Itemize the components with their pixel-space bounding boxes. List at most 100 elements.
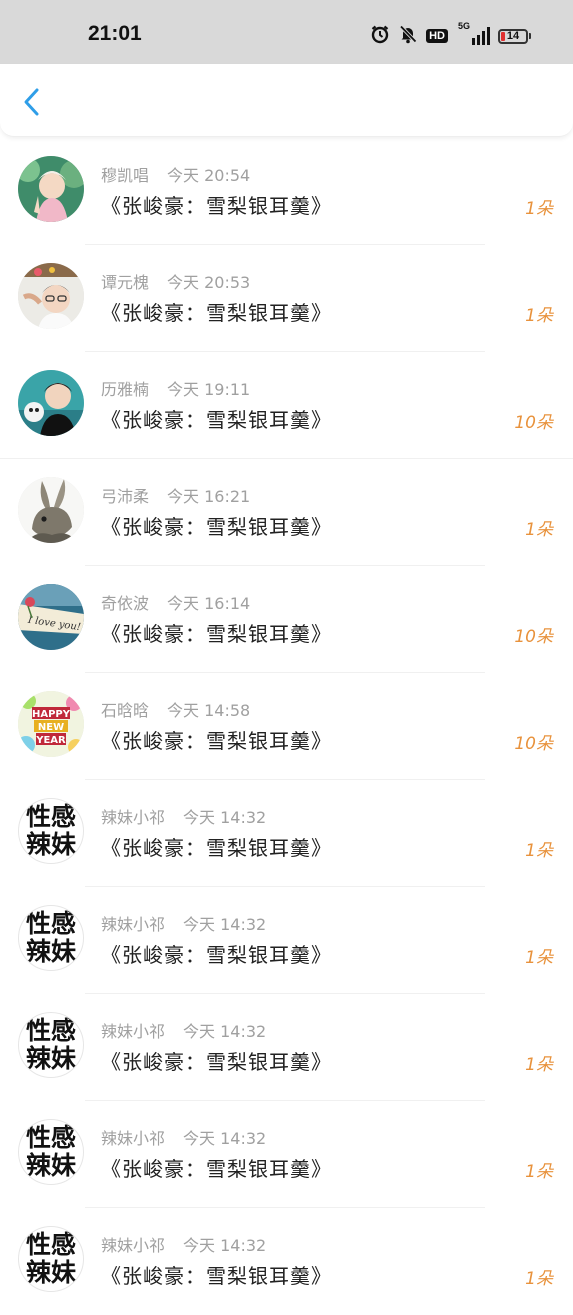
item-meta: 石晗晗 今天 14:58 bbox=[101, 697, 250, 721]
user-name[interactable]: 辣妹小祁 bbox=[101, 1236, 165, 1255]
avatar[interactable]: 性感 辣妹 bbox=[18, 905, 84, 971]
back-button[interactable] bbox=[14, 84, 50, 120]
user-name[interactable]: 奇依波 bbox=[101, 594, 149, 613]
item-time: 今天 14:32 bbox=[183, 915, 267, 934]
list-item[interactable]: HAPPY NEW YEAR 石晗晗 今天 14:58 《张峻豪：雪梨银耳羹》 1… bbox=[0, 673, 573, 780]
signal-5g-icon: 5G bbox=[456, 21, 490, 45]
item-message: 《张峻豪：雪梨银耳羹》 bbox=[101, 194, 332, 218]
user-name[interactable]: 辣妹小祁 bbox=[101, 1129, 165, 1148]
flower-count: 10朵 bbox=[514, 413, 553, 433]
avatar[interactable]: I love you! bbox=[18, 584, 84, 650]
avatar[interactable]: 性感 辣妹 bbox=[18, 1119, 84, 1185]
user-name[interactable]: 辣妹小祁 bbox=[101, 915, 165, 934]
item-message: 《张峻豪：雪梨银耳羹》 bbox=[101, 729, 332, 753]
item-meta: 历雅楠 今天 19:11 bbox=[101, 376, 250, 400]
list-item[interactable]: 性感 辣妹 辣妹小祁 今天 14:32 《张峻豪：雪梨银耳羹》 1朵 bbox=[0, 1208, 573, 1315]
flower-count: 1朵 bbox=[525, 1055, 553, 1075]
avatar[interactable]: 性感 辣妹 bbox=[18, 798, 84, 864]
item-meta: 奇依波 今天 16:14 bbox=[101, 590, 250, 614]
flower-count: 10朵 bbox=[514, 627, 553, 647]
item-message: 《张峻豪：雪梨银耳羹》 bbox=[101, 622, 332, 646]
avatar[interactable]: HAPPY NEW YEAR bbox=[18, 691, 84, 757]
bell-off-icon bbox=[398, 24, 418, 48]
list-item[interactable]: 谭元槐 今天 20:53 《张峻豪：雪梨银耳羹》 1朵 bbox=[0, 245, 573, 352]
status-time: 21:01 bbox=[88, 22, 142, 45]
item-message: 《张峻豪：雪梨银耳羹》 bbox=[101, 515, 332, 539]
avatar-text: 性感 bbox=[25, 802, 76, 831]
item-message: 《张峻豪：雪梨银耳羹》 bbox=[101, 1050, 332, 1074]
header bbox=[0, 64, 573, 137]
item-time: 今天 14:32 bbox=[183, 1236, 267, 1255]
avatar[interactable]: 性感 辣妹 bbox=[18, 1012, 84, 1078]
list-item[interactable]: 弓沛柔 今天 16:21 《张峻豪：雪梨银耳羹》 1朵 bbox=[0, 459, 573, 566]
list-item[interactable]: 性感 辣妹 辣妹小祁 今天 14:32 《张峻豪：雪梨银耳羹》 1朵 bbox=[0, 887, 573, 994]
user-name[interactable]: 石晗晗 bbox=[101, 701, 149, 720]
flower-count: 1朵 bbox=[525, 306, 553, 326]
item-time: 今天 16:14 bbox=[167, 594, 251, 613]
list-item[interactable]: 性感 辣妹 辣妹小祁 今天 14:32 《张峻豪：雪梨银耳羹》 1朵 bbox=[0, 1101, 573, 1208]
item-time: 今天 20:54 bbox=[167, 166, 251, 185]
item-time: 今天 16:21 bbox=[167, 487, 251, 506]
status-bar: 21:01 HD 5G 14 bbox=[0, 0, 573, 64]
avatar-text: 性感 bbox=[25, 1016, 76, 1045]
chevron-left-icon bbox=[24, 88, 39, 116]
user-name[interactable]: 辣妹小祁 bbox=[101, 808, 165, 827]
status-icons: HD 5G 14 bbox=[370, 21, 531, 48]
list-item[interactable]: 性感 辣妹 辣妹小祁 今天 14:32 《张峻豪：雪梨银耳羹》 1朵 bbox=[0, 994, 573, 1101]
battery-level: 14 bbox=[506, 30, 520, 42]
item-message: 《张峻豪：雪梨银耳羹》 bbox=[101, 943, 332, 967]
item-time: 今天 20:53 bbox=[167, 273, 251, 292]
item-time: 今天 14:32 bbox=[183, 1129, 267, 1148]
item-time: 今天 19:11 bbox=[167, 380, 251, 399]
item-message: 《张峻豪：雪梨银耳羹》 bbox=[101, 836, 332, 860]
avatar-text: 辣妹 bbox=[25, 937, 76, 966]
gift-list: 穆凯唱 今天 20:54 《张峻豪：雪梨银耳羹》 1朵 谭元槐 今天 20:53 《… bbox=[0, 138, 573, 1315]
list-item[interactable]: 历雅楠 今天 19:11 《张峻豪：雪梨银耳羹》 10朵 bbox=[0, 352, 573, 459]
avatar[interactable] bbox=[18, 263, 84, 329]
user-name[interactable]: 历雅楠 bbox=[101, 380, 149, 399]
avatar-text: 辣妹 bbox=[25, 830, 76, 859]
avatar-text: 性感 bbox=[25, 1230, 76, 1259]
list-item[interactable]: 穆凯唱 今天 20:54 《张峻豪：雪梨银耳羹》 1朵 bbox=[0, 138, 573, 245]
network-type: 5G bbox=[458, 21, 471, 31]
user-name[interactable]: 穆凯唱 bbox=[101, 166, 149, 185]
avatar[interactable] bbox=[18, 156, 84, 222]
flower-count: 1朵 bbox=[525, 1269, 553, 1289]
svg-text:NEW: NEW bbox=[38, 722, 64, 733]
user-name[interactable]: 谭元槐 bbox=[101, 273, 149, 292]
item-meta: 辣妹小祁 今天 14:32 bbox=[101, 804, 266, 828]
avatar-text: 辣妹 bbox=[25, 1258, 76, 1287]
avatar-text: 性感 bbox=[25, 1123, 76, 1152]
flower-count: 1朵 bbox=[525, 841, 553, 861]
avatar-text: 辣妹 bbox=[25, 1044, 76, 1073]
user-name[interactable]: 辣妹小祁 bbox=[101, 1022, 165, 1041]
item-message: 《张峻豪：雪梨银耳羹》 bbox=[101, 1264, 332, 1288]
alarm-icon bbox=[370, 24, 390, 48]
flower-count: 10朵 bbox=[514, 734, 553, 754]
item-meta: 辣妹小祁 今天 14:32 bbox=[101, 1232, 266, 1256]
user-name[interactable]: 弓沛柔 bbox=[101, 487, 149, 506]
flower-count: 1朵 bbox=[525, 199, 553, 219]
avatar-text: 性感 bbox=[25, 909, 76, 938]
item-meta: 穆凯唱 今天 20:54 bbox=[101, 162, 250, 186]
item-time: 今天 14:58 bbox=[167, 701, 251, 720]
avatar-text: 辣妹 bbox=[25, 1151, 76, 1180]
battery-icon: 14 bbox=[498, 28, 531, 44]
avatar[interactable] bbox=[18, 370, 84, 436]
item-meta: 辣妹小祁 今天 14:32 bbox=[101, 911, 266, 935]
item-message: 《张峻豪：雪梨银耳羹》 bbox=[101, 1157, 332, 1181]
item-message: 《张峻豪：雪梨银耳羹》 bbox=[101, 408, 332, 432]
avatar[interactable]: 性感 辣妹 bbox=[18, 1226, 84, 1292]
item-message: 《张峻豪：雪梨银耳羹》 bbox=[101, 301, 332, 325]
list-item[interactable]: 性感 辣妹 辣妹小祁 今天 14:32 《张峻豪：雪梨银耳羹》 1朵 bbox=[0, 780, 573, 887]
flower-count: 1朵 bbox=[525, 1162, 553, 1182]
item-meta: 辣妹小祁 今天 14:32 bbox=[101, 1125, 266, 1149]
item-time: 今天 14:32 bbox=[183, 808, 267, 827]
svg-text:YEAR: YEAR bbox=[35, 735, 66, 746]
flower-count: 1朵 bbox=[525, 520, 553, 540]
avatar[interactable] bbox=[18, 477, 84, 543]
item-meta: 辣妹小祁 今天 14:32 bbox=[101, 1018, 266, 1042]
item-time: 今天 14:32 bbox=[183, 1022, 267, 1041]
item-meta: 谭元槐 今天 20:53 bbox=[101, 269, 250, 293]
list-item[interactable]: I love you! 奇依波 今天 16:14 《张峻豪：雪梨银耳羹》 10朵 bbox=[0, 566, 573, 673]
